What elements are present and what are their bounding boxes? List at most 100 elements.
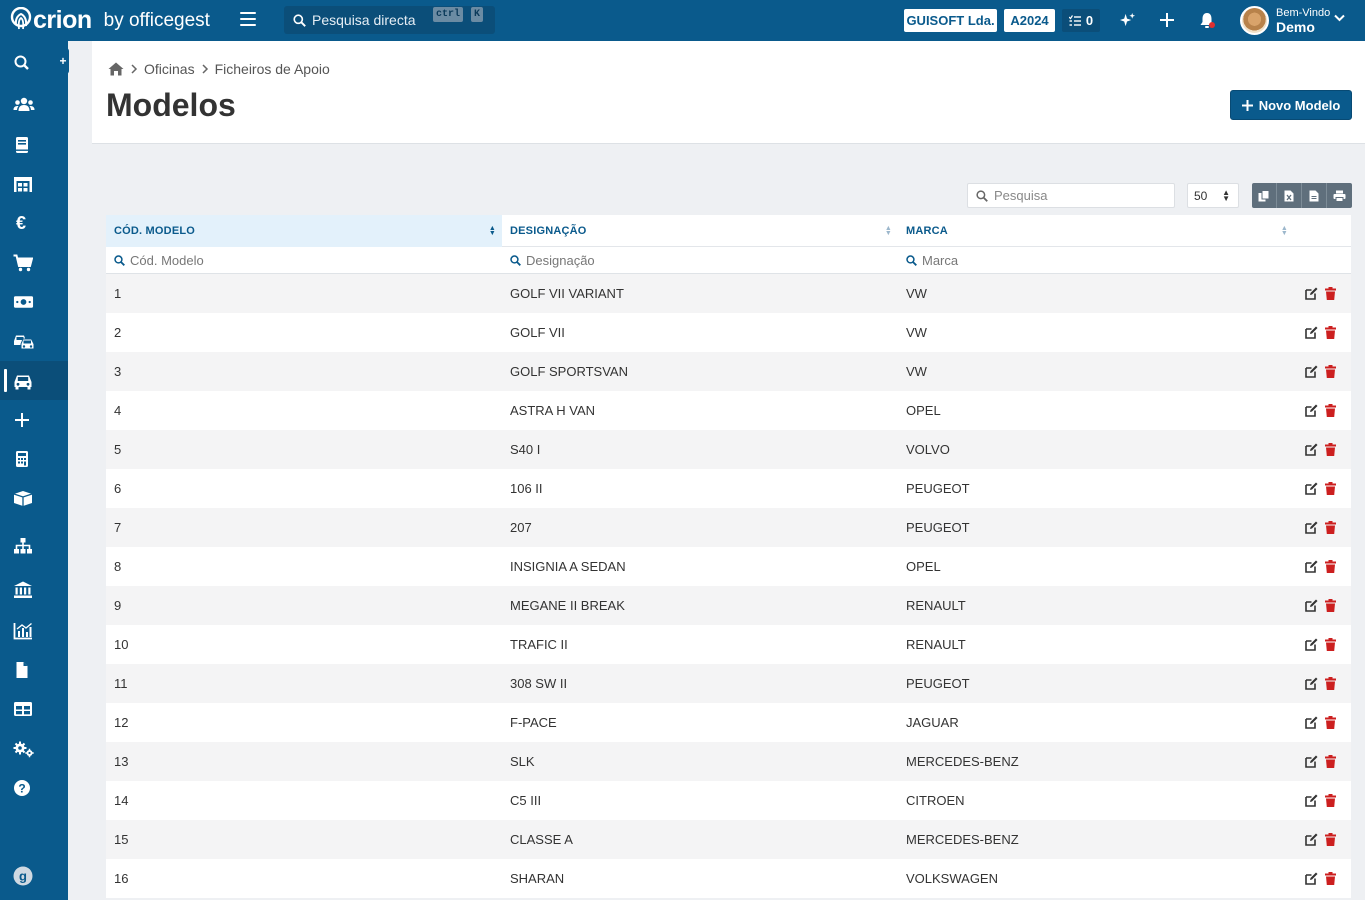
delete-icon[interactable] <box>1324 794 1337 807</box>
delete-icon[interactable] <box>1324 482 1337 495</box>
edit-icon[interactable] <box>1305 365 1318 378</box>
delete-icon[interactable] <box>1324 287 1337 300</box>
users-icon <box>13 97 35 111</box>
add-icon[interactable] <box>1157 10 1177 30</box>
company-selector[interactable]: GUISOFT Lda. <box>904 9 997 32</box>
delete-icon[interactable] <box>1324 443 1337 456</box>
user-menu[interactable]: Bem-Vindo Demo <box>1276 8 1330 35</box>
year-selector[interactable]: A2024 <box>1004 9 1055 32</box>
table-row[interactable]: 16 SHARAN VOLKSWAGEN <box>106 859 1351 898</box>
sidebar-item-officegest[interactable]: g <box>0 856 68 895</box>
page-size-select[interactable]: 50 ▲ ▼ <box>1187 183 1239 208</box>
cell-actions <box>1294 404 1351 417</box>
sidebar-item-settings[interactable] <box>0 729 68 768</box>
sidebar-item-tables[interactable] <box>0 689 68 728</box>
user-avatar[interactable] <box>1240 6 1269 35</box>
delete-icon[interactable] <box>1324 677 1337 690</box>
notifications-bell-icon[interactable] <box>1197 10 1217 30</box>
edit-icon[interactable] <box>1305 326 1318 339</box>
filter-designation-input[interactable]: Designação <box>502 247 898 273</box>
home-icon[interactable] <box>108 62 124 76</box>
filter-brand-input[interactable]: Marca <box>898 247 1294 273</box>
delete-icon[interactable] <box>1324 521 1337 534</box>
chevron-down-icon[interactable] <box>1334 14 1345 22</box>
ai-sparkle-icon[interactable] <box>1117 10 1137 30</box>
print-button[interactable] <box>1327 183 1352 208</box>
app-logo[interactable]: crion by officegest <box>10 4 210 36</box>
delete-icon[interactable] <box>1324 755 1337 768</box>
edit-icon[interactable] <box>1305 716 1318 729</box>
csv-button[interactable] <box>1302 183 1327 208</box>
column-header-designation[interactable]: DESIGNAÇÃO ▲ ▼ <box>502 215 898 247</box>
edit-icon[interactable] <box>1305 833 1318 846</box>
delete-icon[interactable] <box>1324 326 1337 339</box>
chevron-right-icon <box>202 64 208 74</box>
quick-search-input[interactable]: Pesquisa directa <box>284 6 495 34</box>
sidebar-item-payments[interactable] <box>0 282 68 321</box>
menu-toggle-icon[interactable] <box>240 12 256 28</box>
excel-button[interactable] <box>1277 183 1302 208</box>
edit-icon[interactable] <box>1305 404 1318 417</box>
table-row[interactable]: 1 GOLF VII VARIANT VW <box>106 274 1351 313</box>
sidebar-item-reports[interactable] <box>0 611 68 650</box>
sidebar-item-stock[interactable] <box>0 164 68 203</box>
edit-icon[interactable] <box>1305 677 1318 690</box>
sidebar-item-help[interactable]: ? <box>0 768 68 807</box>
delete-icon[interactable] <box>1324 365 1337 378</box>
table-search-input[interactable]: Pesquisa <box>967 183 1175 208</box>
edit-icon[interactable] <box>1305 443 1318 456</box>
delete-icon[interactable] <box>1324 404 1337 417</box>
table-row[interactable]: 14 C5 III CITROEN <box>106 781 1351 820</box>
column-header-code[interactable]: CÓD. MODELO ▲ ▼ <box>106 215 502 247</box>
edit-icon[interactable] <box>1305 560 1318 573</box>
sidebar-item-workshops[interactable] <box>0 321 68 360</box>
sidebar-collapse-toggle[interactable]: + <box>57 48 69 74</box>
filter-code-input[interactable]: Cód. Modelo <box>106 247 502 273</box>
sidebar-item-vehicles[interactable] <box>0 361 68 400</box>
sidebar-item-finance[interactable]: € <box>0 204 68 243</box>
table-row[interactable]: 7 207 PEUGEOT <box>106 508 1351 547</box>
delete-icon[interactable] <box>1324 833 1337 846</box>
edit-icon[interactable] <box>1305 638 1318 651</box>
sidebar-item-structure[interactable] <box>0 526 68 565</box>
table-row[interactable]: 5 S40 I VOLVO <box>106 430 1351 469</box>
delete-icon[interactable] <box>1324 716 1337 729</box>
table-row[interactable]: 3 GOLF SPORTSVAN VW <box>106 352 1351 391</box>
table-row[interactable]: 11 308 SW II PEUGEOT <box>106 664 1351 703</box>
tasks-button[interactable]: 0 <box>1062 9 1100 32</box>
edit-icon[interactable] <box>1305 599 1318 612</box>
table-row[interactable]: 9 MEGANE II BREAK RENAULT <box>106 586 1351 625</box>
table-row[interactable]: 2 GOLF VII VW <box>106 313 1351 352</box>
sidebar-item-articles[interactable] <box>0 125 68 164</box>
sidebar-item-logistics[interactable] <box>0 478 68 517</box>
edit-icon[interactable] <box>1305 794 1318 807</box>
table-row[interactable]: 6 106 II PEUGEOT <box>106 469 1351 508</box>
edit-icon[interactable] <box>1305 872 1318 885</box>
table-row[interactable]: 10 TRAFIC II RENAULT <box>106 625 1351 664</box>
table-row[interactable]: 8 INSIGNIA A SEDAN OPEL <box>106 547 1351 586</box>
edit-icon[interactable] <box>1305 482 1318 495</box>
table-row[interactable]: 13 SLK MERCEDES-BENZ <box>106 742 1351 781</box>
sidebar-item-add[interactable] <box>0 400 68 439</box>
sidebar-item-purchases[interactable] <box>0 243 68 282</box>
table-row[interactable]: 15 CLASSE A MERCEDES-BENZ <box>106 820 1351 859</box>
edit-icon[interactable] <box>1305 755 1318 768</box>
delete-icon[interactable] <box>1324 638 1337 651</box>
table-row[interactable]: 12 F-PACE JAGUAR <box>106 703 1351 742</box>
sidebar-item-clients[interactable] <box>0 85 68 124</box>
sidebar-item-accounting[interactable] <box>0 439 68 478</box>
delete-icon[interactable] <box>1324 599 1337 612</box>
breadcrumb-link-oficinas[interactable]: Oficinas <box>144 61 195 77</box>
edit-icon[interactable] <box>1305 287 1318 300</box>
copy-button[interactable] <box>1252 183 1277 208</box>
delete-icon[interactable] <box>1324 560 1337 573</box>
breadcrumb-link-ficheiros[interactable]: Ficheiros de Apoio <box>215 61 330 77</box>
column-header-brand[interactable]: MARCA ▲ ▼ <box>898 215 1294 247</box>
sidebar-item-documents[interactable] <box>0 650 68 689</box>
edit-icon[interactable] <box>1305 521 1318 534</box>
table-row[interactable]: 4 ASTRA H VAN OPEL <box>106 391 1351 430</box>
new-model-button[interactable]: Novo Modelo <box>1230 90 1352 120</box>
sidebar-item-bank[interactable] <box>0 570 68 609</box>
delete-icon[interactable] <box>1324 872 1337 885</box>
cell-brand: MERCEDES-BENZ <box>906 832 1019 847</box>
